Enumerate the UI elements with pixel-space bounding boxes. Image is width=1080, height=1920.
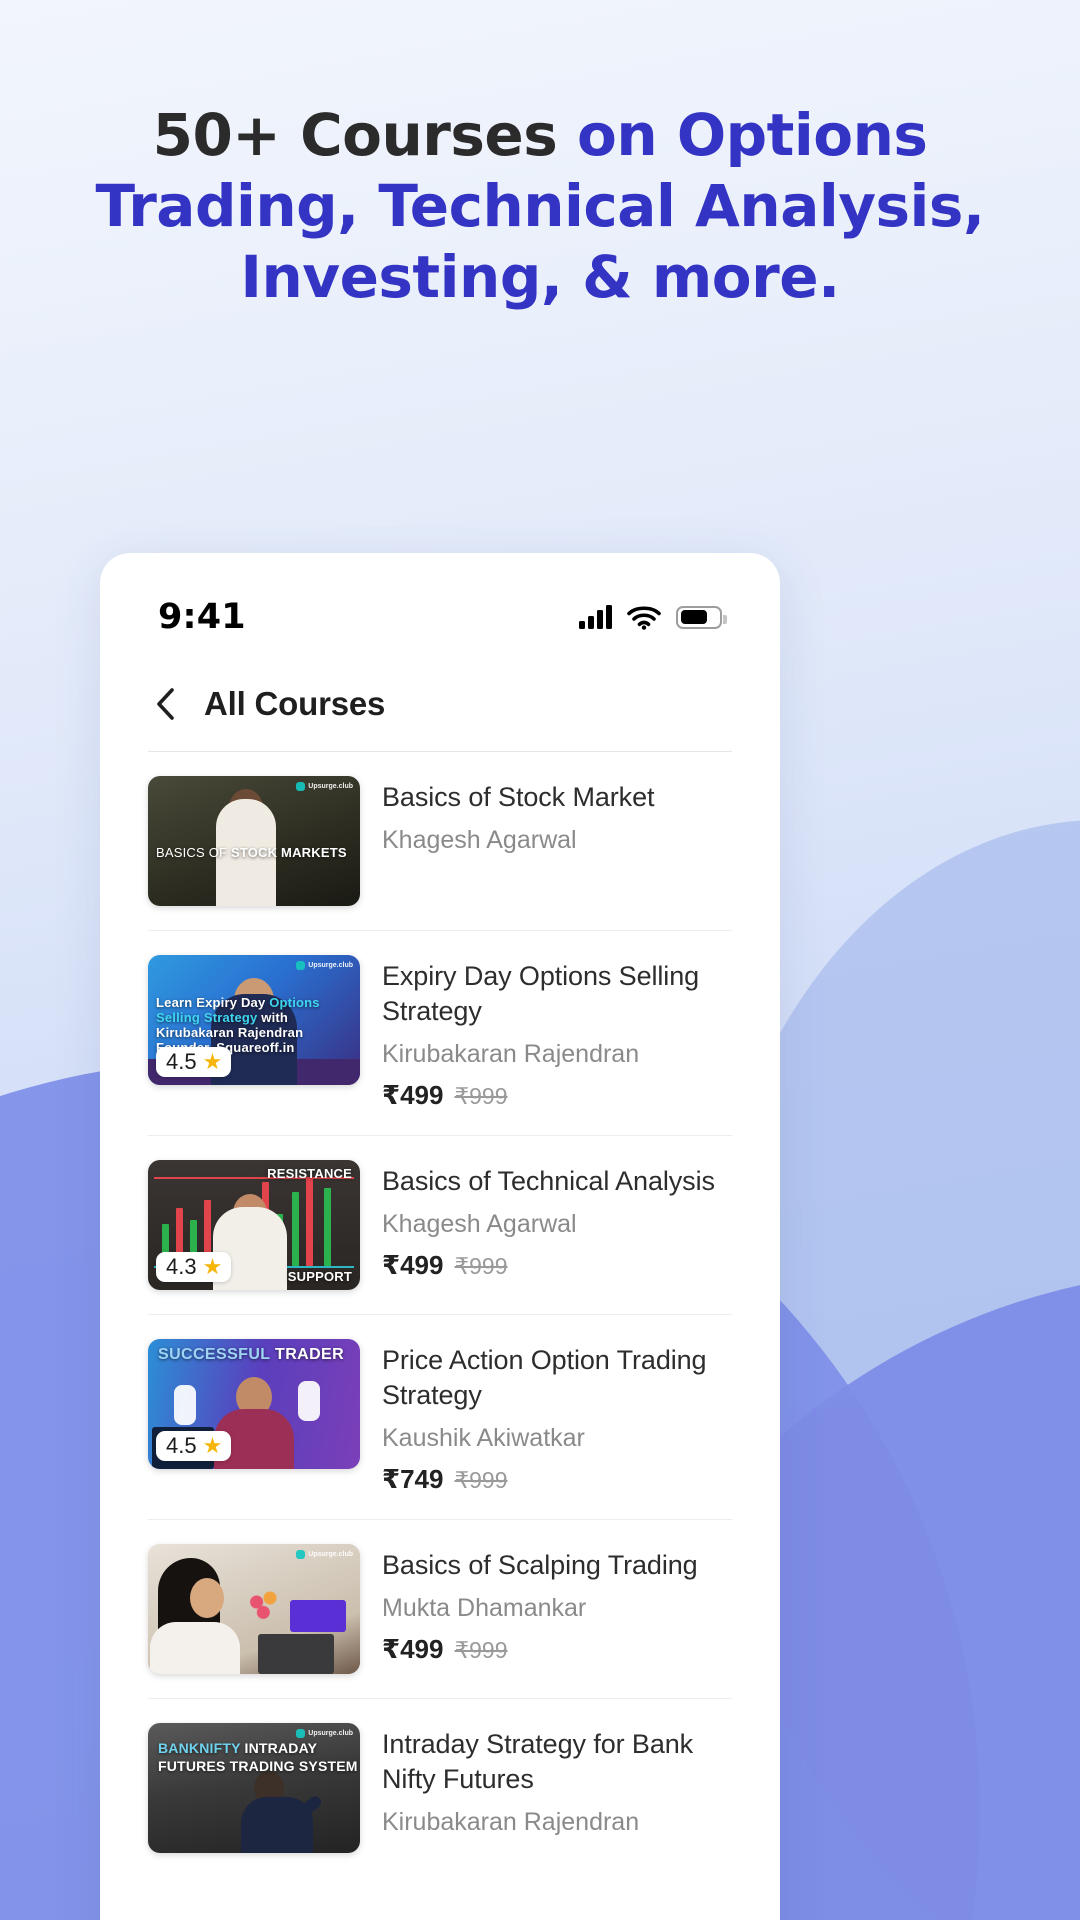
course-author: Mukta Dhamankar: [382, 1594, 587, 1622]
thumb-caption: [290, 1600, 346, 1632]
list-item[interactable]: Upsurge.club Learn Expiry Day Options Se…: [148, 931, 732, 1136]
watermark: Upsurge.club: [296, 1729, 353, 1738]
page-heading: All Courses: [204, 685, 386, 722]
star-icon: ★: [202, 1433, 223, 1458]
watermark: Upsurge.club: [296, 1550, 353, 1559]
page-title: 50+ Courses on Options Trading, Technica…: [60, 100, 1020, 313]
course-title: Price Action Option Trading Strategy: [382, 1345, 707, 1410]
course-info: Price Action Option Trading Strategy Kau…: [382, 1339, 732, 1495]
star-icon: ★: [202, 1254, 223, 1279]
list-item[interactable]: RESISTANCE SUPPORT 4.3 ★ Basics of Techni…: [148, 1136, 732, 1315]
list-item[interactable]: Upsurge.club BASICS OF STOCK MARKETS ★ B…: [148, 752, 732, 931]
thumb-label-support: SUPPORT: [287, 1269, 352, 1284]
watermark: Upsurge.club: [296, 961, 353, 970]
headline-line3: Investing, & more.: [240, 243, 840, 311]
price-row: ₹749 ₹999: [382, 1464, 732, 1495]
course-info: Basics of Technical Analysis Khagesh Aga…: [382, 1160, 732, 1281]
course-thumbnail[interactable]: Upsurge.club BANKNIFTY INTRADAY FUTURES …: [148, 1723, 360, 1853]
course-info: Basics of Stock Market Khagesh Agarwal: [382, 776, 732, 857]
status-time: 9:41: [158, 597, 246, 637]
chevron-left-icon[interactable]: [148, 687, 182, 721]
course-price: ₹749: [382, 1464, 444, 1494]
course-title: Basics of Scalping Trading: [382, 1550, 698, 1580]
course-thumbnail[interactable]: Upsurge.club Learn Expiry Day Options Se…: [148, 955, 360, 1085]
status-icons: [579, 605, 727, 630]
course-title: Basics of Stock Market: [382, 782, 655, 812]
course-old-price: ₹999: [454, 1083, 508, 1109]
rating-badge: 4.3 ★: [156, 1252, 232, 1282]
course-old-price: ₹999: [454, 1467, 508, 1493]
course-info: Expiry Day Options Selling Strategy Kiru…: [382, 955, 732, 1111]
course-price: ₹499: [382, 1250, 444, 1280]
list-item[interactable]: Upsurge.club ★ Basics of Scalping Tradin…: [148, 1520, 732, 1699]
course-thumbnail[interactable]: Upsurge.club ★: [148, 1544, 360, 1674]
course-list[interactable]: Upsurge.club BASICS OF STOCK MARKETS ★ B…: [100, 752, 780, 1877]
thumb-label-resistance: RESISTANCE: [267, 1166, 352, 1181]
thumb-caption: Learn Expiry Day Options Selling Strateg…: [156, 995, 320, 1055]
thumb-caption: SUCCESSFUL TRADER: [158, 1346, 345, 1363]
course-thumbnail[interactable]: SUCCESSFUL TRADER 4.5 ★: [148, 1339, 360, 1469]
headline-line2: Trading, Technical Analysis,: [95, 172, 985, 240]
thumb-caption: BASICS OF STOCK MARKETS: [156, 845, 347, 860]
course-info: Basics of Scalping Trading Mukta Dhamank…: [382, 1544, 732, 1665]
rating-badge: 4.5 ★: [156, 1047, 232, 1077]
watermark: Upsurge.club: [296, 782, 353, 791]
course-old-price: ₹999: [454, 1253, 508, 1279]
price-row: ₹499 ₹999: [382, 1634, 732, 1665]
list-item[interactable]: SUCCESSFUL TRADER 4.5 ★ Price Action Opti…: [148, 1315, 732, 1520]
cellular-signal-icon: [579, 605, 612, 629]
promo-screenshot: 50+ Courses on Options Trading, Technica…: [0, 0, 1080, 1920]
course-thumbnail[interactable]: RESISTANCE SUPPORT 4.3 ★: [148, 1160, 360, 1290]
course-price: ₹499: [382, 1080, 444, 1110]
course-old-price: ₹999: [454, 1637, 508, 1663]
rating-badge: 4.5 ★: [156, 1431, 232, 1461]
course-title: Basics of Technical Analysis: [382, 1166, 715, 1196]
course-info: Intraday Strategy for Bank Nifty Futures…: [382, 1723, 732, 1839]
price-row: ₹499 ₹999: [382, 1250, 732, 1281]
course-thumbnail[interactable]: Upsurge.club BASICS OF STOCK MARKETS ★: [148, 776, 360, 906]
price-row: ₹499 ₹999: [382, 1080, 732, 1111]
wifi-icon: [627, 605, 661, 630]
course-author: Khagesh Agarwal: [382, 826, 577, 854]
list-item[interactable]: Upsurge.club BANKNIFTY INTRADAY FUTURES …: [148, 1699, 732, 1877]
course-price: ₹499: [382, 1634, 444, 1664]
course-author: Kirubakaran Rajendran: [382, 1808, 640, 1836]
phone-mockup: 9:41 All Courses Upsurge.club BASICS OF …: [100, 553, 780, 1920]
thumb-caption: BANKNIFTY INTRADAY FUTURES TRADING SYSTE…: [158, 1740, 358, 1774]
headline-line1-blue: on Options: [576, 101, 928, 169]
nav-header: All Courses: [100, 663, 780, 751]
headline-line1-dark: 50+ Courses: [152, 101, 577, 169]
battery-icon: [676, 605, 727, 629]
course-title: Intraday Strategy for Bank Nifty Futures: [382, 1729, 694, 1794]
course-author: Kirubakaran Rajendran: [382, 1040, 640, 1068]
star-icon: ★: [202, 1049, 223, 1074]
course-author: Khagesh Agarwal: [382, 1210, 577, 1238]
course-author: Kaushik Akiwatkar: [382, 1424, 585, 1452]
course-title: Expiry Day Options Selling Strategy: [382, 961, 700, 1026]
status-bar: 9:41: [100, 553, 780, 663]
